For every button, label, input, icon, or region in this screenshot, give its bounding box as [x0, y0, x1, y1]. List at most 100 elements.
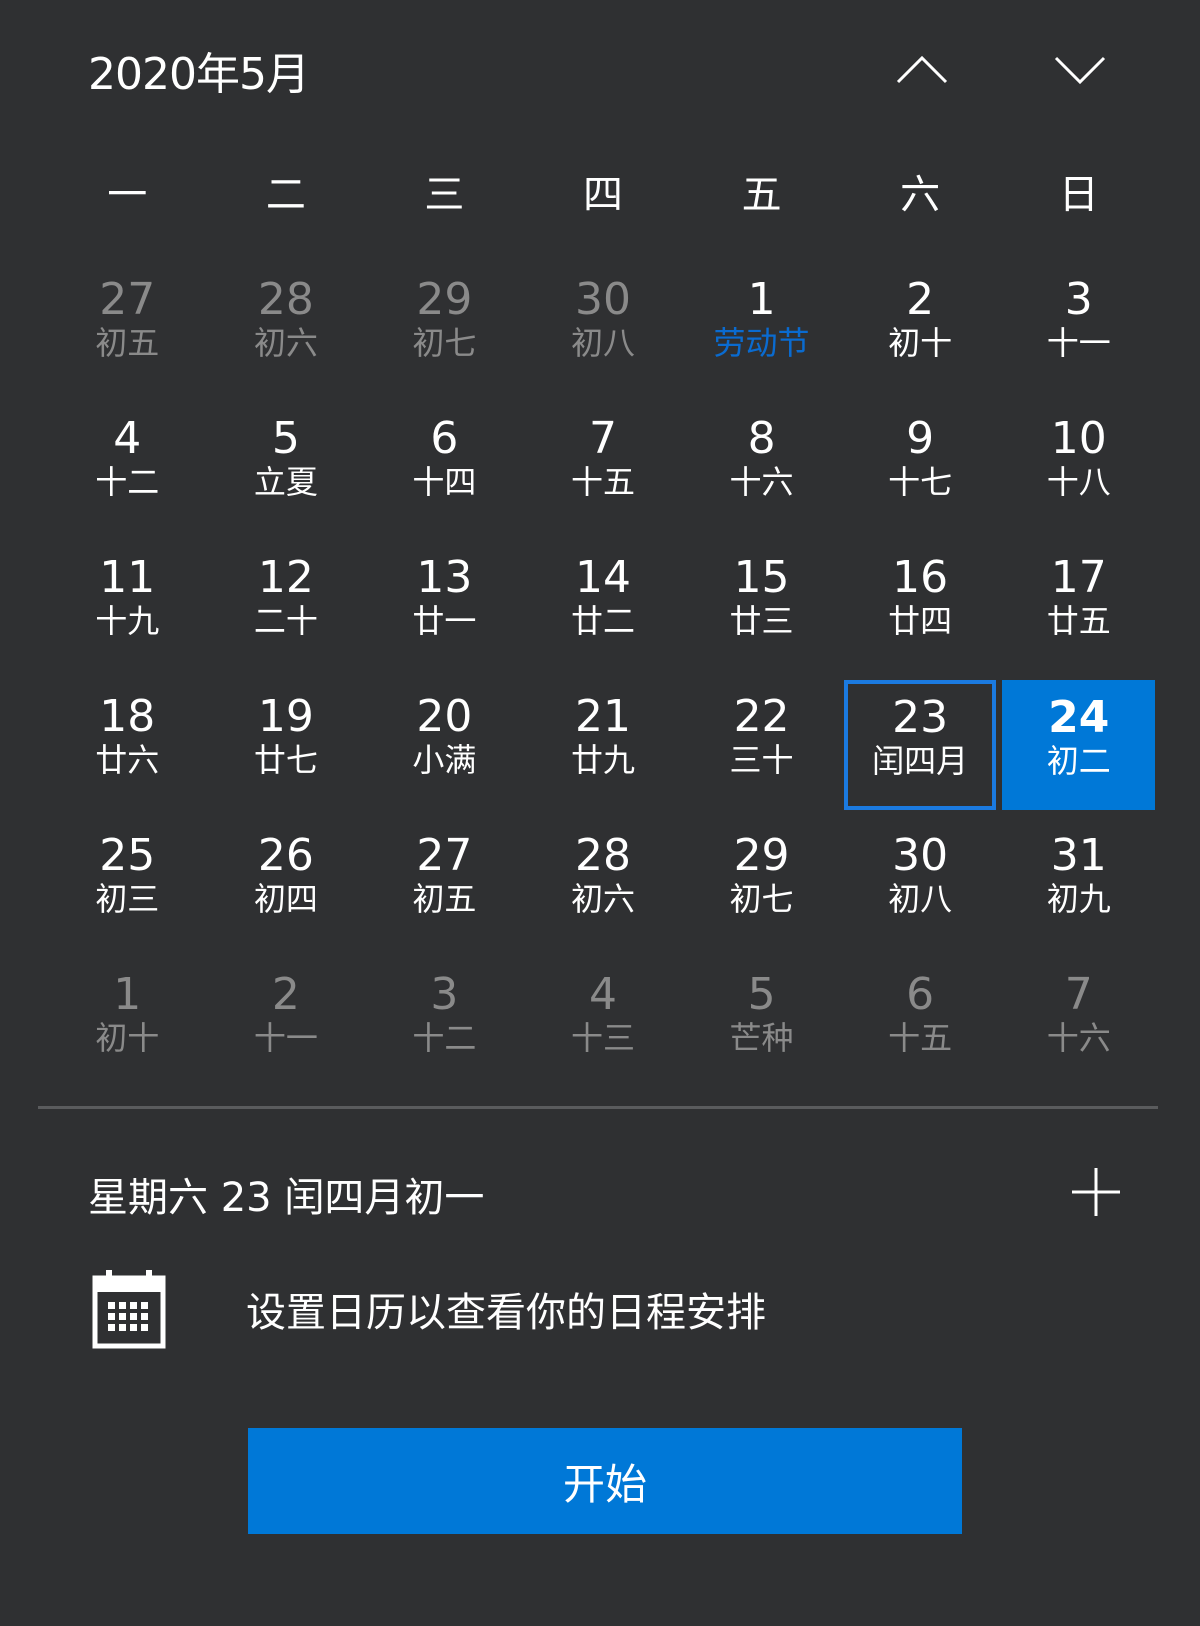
day-cell[interactable]: 13 廿一: [365, 540, 524, 679]
day-cell[interactable]: 28 初六: [524, 818, 683, 957]
day-cell[interactable]: 26 初四: [207, 818, 366, 957]
weekday-label: 五: [741, 172, 782, 218]
day-cell[interactable]: 7 十六: [999, 957, 1158, 1096]
day-cell[interactable]: 11 十九: [48, 540, 207, 679]
day-cell[interactable]: 1 初十: [48, 957, 207, 1096]
day-number: 17: [1050, 552, 1107, 603]
lunar-date: 廿二: [570, 602, 635, 640]
divider: [38, 1106, 1158, 1109]
day-cell[interactable]: 9 十七: [841, 401, 1000, 540]
day-cell[interactable]: 3 十二: [365, 957, 524, 1096]
day-number: 27: [99, 274, 156, 325]
day-cell[interactable]: 6 十四: [365, 401, 524, 540]
day-cell[interactable]: 2 十一: [207, 957, 366, 1096]
day-cell[interactable]: 5 立夏: [207, 401, 366, 540]
lunar-date: 十八: [1046, 463, 1111, 501]
day-cell[interactable]: 20 小满: [365, 679, 524, 818]
day-cell[interactable]: 3 十一: [999, 262, 1158, 401]
day-cell[interactable]: 12 二十: [207, 540, 366, 679]
day-number: 8: [747, 413, 776, 464]
day-cell[interactable]: 19 廿七: [207, 679, 366, 818]
day-cell[interactable]: 22 三十: [682, 679, 841, 818]
day-cell[interactable]: 7 十五: [524, 401, 683, 540]
day-number: 16: [892, 552, 949, 603]
day-cell[interactable]: 27 初五: [48, 262, 207, 401]
day-number: 7: [1064, 969, 1093, 1020]
calendar-flyout: 2020年5月 一 二 三 四 五 六 日 27 初五 28 初六 29 初七 30 初八 1 劳…: [0, 0, 1200, 1626]
weekday-label: 四: [582, 172, 623, 218]
day-cell[interactable]: 2 初十: [841, 262, 1000, 401]
previous-month-button[interactable]: [892, 40, 952, 100]
day-cell[interactable]: 4 十三: [524, 957, 683, 1096]
day-number: 14: [574, 552, 631, 603]
day-number: 10: [1050, 413, 1107, 464]
day-number: 30: [574, 274, 631, 325]
lunar-date: 闰四月: [872, 742, 969, 780]
day-cell[interactable]: 4 十二: [48, 401, 207, 540]
lunar-date: 三十: [729, 741, 794, 779]
lunar-date: 劳动节: [713, 324, 810, 362]
lunar-date: 廿九: [570, 741, 635, 779]
lunar-date: 十一: [253, 1019, 318, 1057]
day-number: 1: [747, 274, 776, 325]
weekday-label: 二: [265, 172, 306, 218]
lunar-date: 初六: [253, 324, 318, 362]
lunar-date: 初七: [412, 324, 477, 362]
day-cell[interactable]: 17 廿五: [999, 540, 1158, 679]
month-title[interactable]: 2020年5月: [88, 38, 310, 102]
start-button[interactable]: 开始: [248, 1428, 962, 1534]
day-number: 21: [574, 691, 631, 742]
day-cell[interactable]: 24 初二: [1002, 680, 1155, 810]
day-number: 18: [99, 691, 156, 742]
day-cell[interactable]: 8 十六: [682, 401, 841, 540]
day-number: 26: [257, 830, 314, 881]
day-number: 5: [271, 413, 300, 464]
day-number: 15: [733, 552, 790, 603]
day-number: 6: [430, 413, 459, 464]
day-cell[interactable]: 10 十八: [999, 401, 1158, 540]
day-number: 6: [906, 969, 935, 1020]
day-number: 27: [416, 830, 473, 881]
day-cell[interactable]: 28 初六: [207, 262, 366, 401]
day-cell[interactable]: 27 初五: [365, 818, 524, 957]
lunar-date: 小满: [412, 741, 477, 779]
weekday-header: 一 二 三 四 五 六 日: [48, 160, 1158, 230]
lunar-date: 廿一: [412, 602, 477, 640]
day-cell[interactable]: 6 十五: [841, 957, 1000, 1096]
day-number: 23: [892, 692, 949, 743]
day-cell[interactable]: 29 初七: [365, 262, 524, 401]
day-number: 22: [733, 691, 790, 742]
lunar-date: 初十: [888, 324, 953, 362]
lunar-date: 十三: [570, 1019, 635, 1057]
day-cell[interactable]: 23 闰四月: [843, 680, 997, 810]
day-number: 4: [113, 413, 142, 464]
lunar-date: 十七: [888, 463, 953, 501]
day-cell[interactable]: 30 初八: [524, 262, 683, 401]
day-number: 19: [257, 691, 314, 742]
lunar-date: 十六: [729, 463, 794, 501]
add-event-button[interactable]: [1066, 1162, 1126, 1222]
day-cell[interactable]: 31 初九: [999, 818, 1158, 957]
day-cell[interactable]: 21 廿九: [524, 679, 683, 818]
next-month-button[interactable]: [1050, 40, 1110, 100]
lunar-date: 廿五: [1046, 602, 1111, 640]
day-cell[interactable]: 16 廿四: [841, 540, 1000, 679]
day-number: 31: [1050, 830, 1107, 881]
lunar-date: 立夏: [253, 463, 318, 501]
day-cell[interactable]: 18 廿六: [48, 679, 207, 818]
day-cell[interactable]: 15 廿三: [682, 540, 841, 679]
lunar-date: 廿七: [253, 741, 318, 779]
lunar-date: 廿三: [729, 602, 794, 640]
day-number: 11: [99, 552, 156, 603]
day-cell[interactable]: 5 芒种: [682, 957, 841, 1096]
day-cell[interactable]: 30 初八: [841, 818, 1000, 957]
lunar-date: 初九: [1046, 880, 1111, 918]
day-cell[interactable]: 1 劳动节: [682, 262, 841, 401]
lunar-date: 十四: [412, 463, 477, 501]
lunar-date: 初三: [95, 880, 160, 918]
day-cell[interactable]: 14 廿二: [524, 540, 683, 679]
lunar-date: 初十: [95, 1019, 160, 1057]
day-cell[interactable]: 29 初七: [682, 818, 841, 957]
day-number: 24: [1048, 692, 1110, 743]
day-cell[interactable]: 25 初三: [48, 818, 207, 957]
